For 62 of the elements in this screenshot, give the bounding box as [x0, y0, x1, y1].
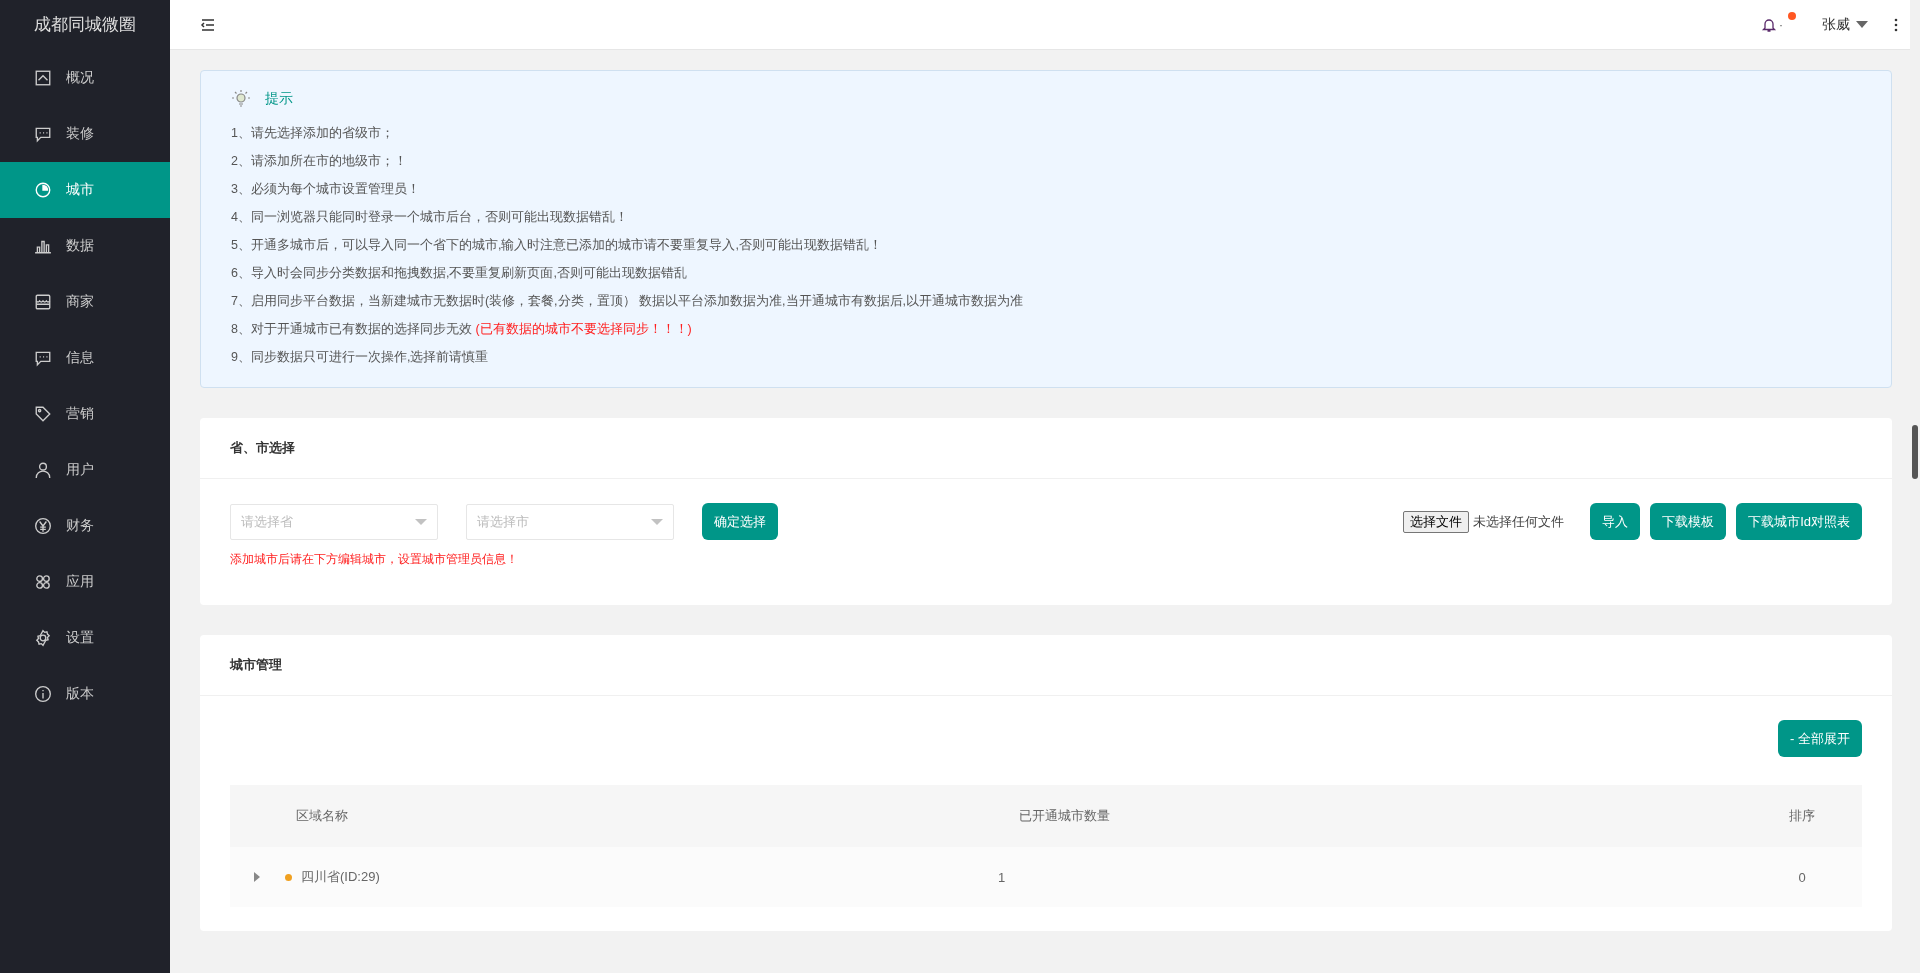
tip-text: 5、开通多城市后，可以导入同一个省下的城市,输入时注意已添加的城市请不要重复导入,否则可能出现数据错乱！ — [231, 237, 883, 254]
tip-warning: (已有数据的城市不要选择同步！！！) — [475, 322, 692, 336]
choose-file-button[interactable]: 选择文件 — [1403, 510, 1470, 533]
sidebar-item[interactable]: 版本 — [0, 666, 170, 722]
table-cell-text: 0 — [1797, 869, 1807, 885]
yen-icon — [34, 517, 52, 535]
bell-icon[interactable] — [1761, 16, 1777, 33]
hint-text: 添加城市后请在下方编辑城市，设置城市管理员信息！ — [230, 552, 519, 567]
separator-text: · — [1779, 17, 1783, 32]
action-button[interactable]: 下载城市Id对照表 — [1736, 503, 1862, 540]
shop-icon — [34, 293, 52, 311]
caret-icon — [415, 518, 427, 525]
sidebar-item[interactable]: 概况 — [0, 50, 170, 106]
tip-text: 7、启用同步平台数据，当新建城市无数据时(装修，套餐,分类，置顶） 数据以平台添加数据为准,当开通城市有数据后,以开通城市数据为准 — [231, 293, 1024, 310]
expand-all-button[interactable]: - 全部展开 — [1778, 720, 1862, 757]
column-header: 区域名称 — [295, 807, 349, 825]
table-cell: 四川省(ID:29) — [301, 868, 380, 886]
chat-bubble-icon — [34, 349, 52, 367]
file-status: 未选择任何文件 — [1473, 512, 1565, 531]
tip-text: 6、导入时会同步分类数据和拖拽数据,不要重复刷新页面,否则可能出现数据错乱 — [231, 265, 688, 282]
four-circles-icon — [34, 573, 52, 591]
tag-icon — [34, 405, 52, 423]
tip-text: 4、同一浏览器只能同时登录一个城市后台，否则可能出现数据错乱！ — [231, 209, 629, 226]
sidebar-item[interactable]: 商家 — [0, 274, 170, 330]
caret-icon — [1856, 21, 1868, 28]
confirm-button[interactable]: 确定选择 — [702, 503, 778, 540]
sidebar-item[interactable]: 财务 — [0, 498, 170, 554]
column-header: 已开通城市数量 — [1019, 807, 1111, 825]
column-header: 排序 — [1788, 807, 1816, 825]
expand-arrow-icon[interactable] — [254, 872, 260, 882]
sidebar-item[interactable]: 数据 — [0, 218, 170, 274]
user-icon — [34, 461, 52, 479]
info-icon — [34, 685, 52, 703]
menu-icon[interactable] — [200, 17, 216, 32]
more-icon[interactable] — [1894, 17, 1898, 32]
section-title: 省、市选择 — [200, 418, 1892, 479]
user-menu[interactable]: 张威 — [1822, 15, 1868, 34]
sidebar-item[interactable]: 应用 — [0, 554, 170, 610]
tip-text: 2、请添加所在市的地级市；！ — [231, 153, 408, 170]
tip-text: 8、对于开通城市已有数据的选择同步无效 (已有数据的城市不要选择同步！！！) — [231, 321, 693, 338]
pie-chart-icon — [34, 181, 52, 199]
sidebar-item[interactable]: 信息 — [0, 330, 170, 386]
tip-text: 9、同步数据只可进行一次操作,选择前请慎重 — [231, 349, 490, 366]
tip-text: 1、请先选择添加的省级市； — [231, 125, 395, 142]
caret-icon — [651, 518, 663, 525]
tip-title: 提示 — [265, 90, 293, 108]
settings-icon — [34, 629, 52, 647]
lightbulb-icon — [231, 89, 251, 109]
chat-bubble-icon — [34, 125, 52, 143]
sidebar-item[interactable]: 装修 — [0, 106, 170, 162]
sidebar-item[interactable]: 城市 — [0, 162, 170, 218]
app-title: 成都同城微圈 — [33, 14, 137, 36]
sidebar-item[interactable]: 用户 — [0, 442, 170, 498]
frame-icon — [34, 69, 52, 87]
tip-text: 3、必须为每个城市设置管理员！ — [231, 181, 421, 198]
action-button[interactable]: 导入 — [1590, 503, 1641, 540]
action-button[interactable]: 下载模板 — [1650, 503, 1727, 540]
scrollbar-thumb[interactable] — [1912, 425, 1918, 479]
sidebar-item[interactable]: 营销 — [0, 386, 170, 442]
table-cell-text: 1 — [998, 869, 1007, 885]
sidebar-item[interactable]: 设置 — [0, 610, 170, 666]
section-title: 城市管理 — [200, 635, 1892, 696]
